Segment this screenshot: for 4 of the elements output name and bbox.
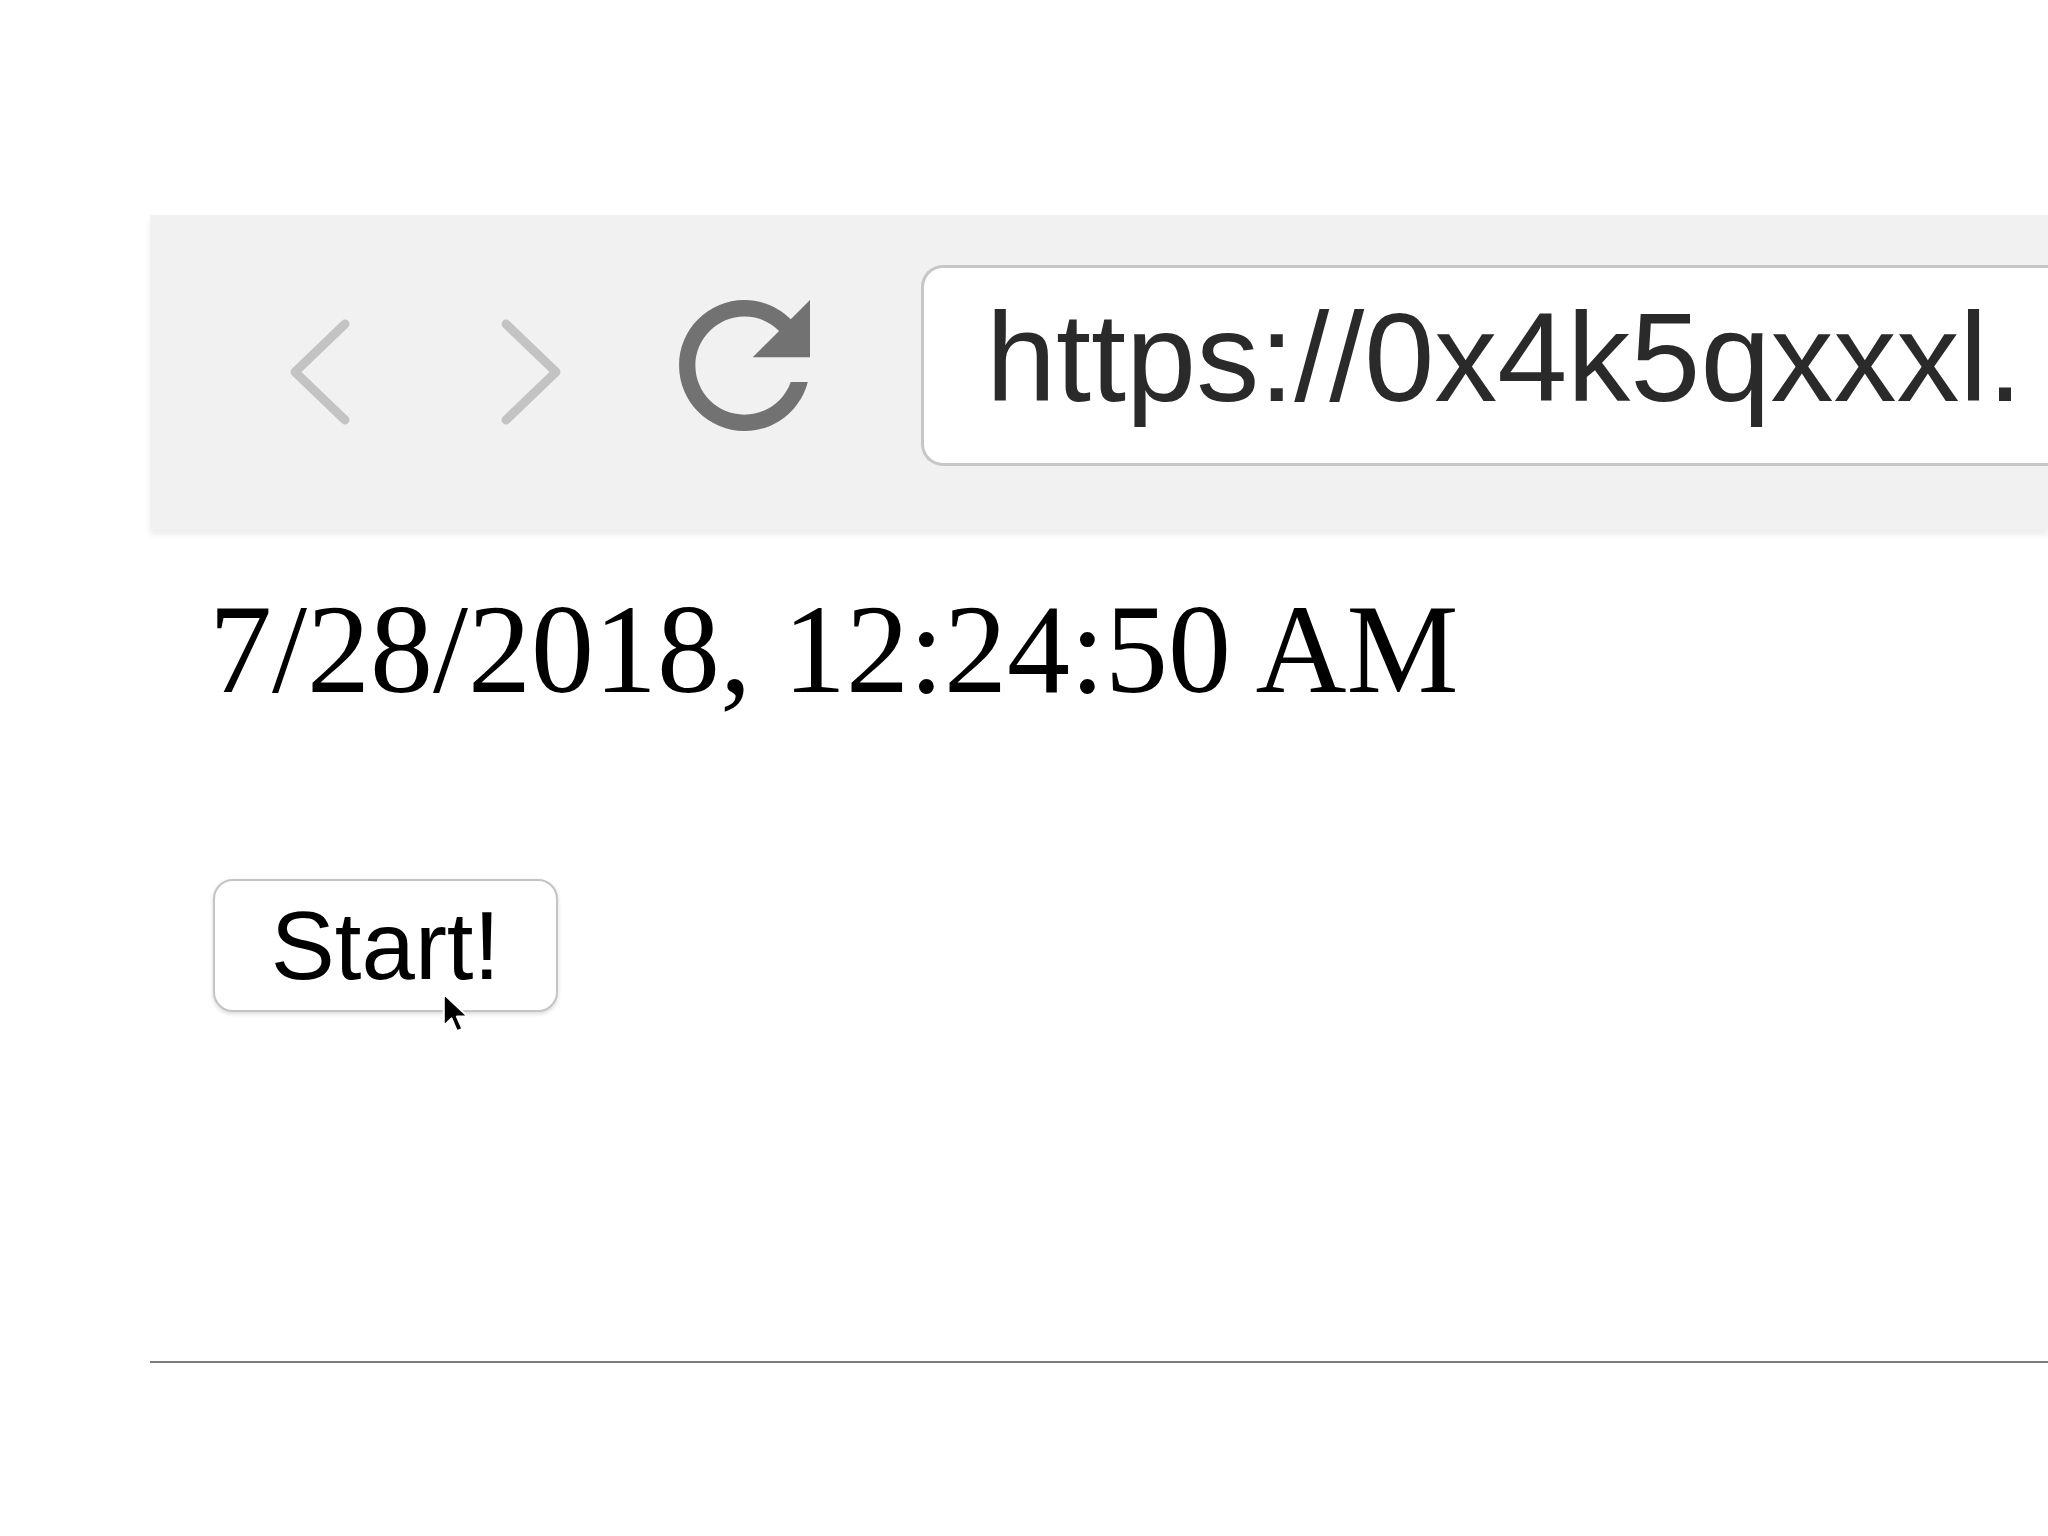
address-field[interactable]: https://0x4k5qxxxl. [921, 264, 2048, 466]
reload-icon[interactable] [679, 299, 810, 431]
date-time-text: 7/28/2018, 12:24:50 AM [209, 587, 1459, 713]
start-button[interactable]: Start! [213, 879, 558, 1012]
